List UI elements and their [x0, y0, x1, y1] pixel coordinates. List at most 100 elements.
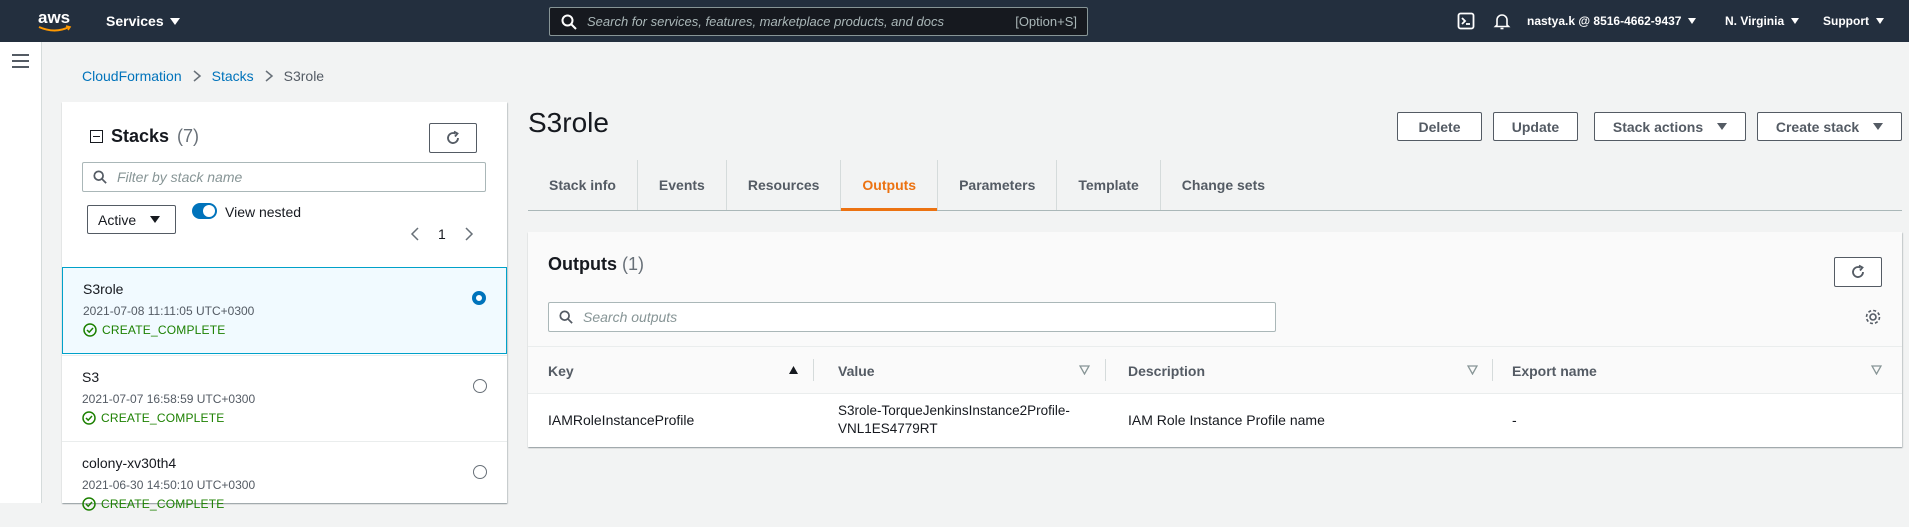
- outputs-table-header: Key Value Description Export name: [528, 347, 1902, 394]
- update-button-label: Update: [1511, 118, 1560, 135]
- output-export-name: -: [1512, 412, 1517, 428]
- caret-down-icon: [1791, 18, 1800, 24]
- sort-ascending-icon[interactable]: [788, 365, 799, 375]
- stacks-list-panel: Stacks (7) Active View nested 1 S3role 2…: [62, 102, 507, 511]
- collapse-panel-icon[interactable]: [90, 130, 103, 143]
- sort-icon[interactable]: [1871, 365, 1882, 375]
- chevron-right-icon[interactable]: [464, 227, 474, 241]
- top-navigation-bar: aws Services [Option+S] nastya.k @ 8516-…: [0, 0, 1909, 42]
- status-filter-select[interactable]: Active: [87, 205, 176, 234]
- success-check-icon: [82, 497, 96, 511]
- tab-parameters[interactable]: Parameters: [938, 160, 1058, 210]
- stack-select-radio[interactable]: [473, 379, 487, 393]
- stack-status: CREATE_COMPLETE: [82, 411, 224, 425]
- global-search[interactable]: [Option+S]: [549, 7, 1088, 36]
- output-value-line: VNL1ES4779RT: [838, 421, 938, 436]
- search-shortcut-hint: [Option+S]: [1015, 14, 1077, 29]
- stack-detail-tabs: Stack info Events Resources Outputs Para…: [528, 160, 1902, 211]
- stacks-title-text: Stacks: [111, 126, 170, 146]
- output-key: IAMRoleInstanceProfile: [548, 412, 695, 428]
- stack-created-date: 2021-07-08 11:11:05 UTC+0300: [83, 304, 255, 318]
- caret-down-icon: [1873, 123, 1884, 130]
- support-menu[interactable]: Support: [1823, 14, 1884, 28]
- search-icon: [559, 310, 573, 324]
- update-button[interactable]: Update: [1493, 112, 1578, 141]
- outputs-container: Outputs (1) Key Value Description: [528, 232, 1902, 447]
- success-check-icon: [83, 323, 97, 337]
- global-search-input[interactable]: [587, 14, 987, 29]
- breadcrumb: CloudFormation Stacks S3role: [82, 68, 324, 84]
- tab-change-sets[interactable]: Change sets: [1161, 160, 1286, 210]
- stack-status: CREATE_COMPLETE: [83, 323, 225, 337]
- tab-template[interactable]: Template: [1057, 160, 1161, 210]
- pagination: 1: [410, 226, 474, 242]
- menu-hamburger-icon[interactable]: [12, 54, 29, 68]
- chevron-right-icon: [265, 70, 273, 82]
- cloudshell-icon[interactable]: [1457, 12, 1475, 30]
- stack-list-item[interactable]: S3 2021-07-07 16:58:59 UTC+0300 CREATE_C…: [62, 355, 507, 441]
- stack-name: S3: [82, 369, 100, 385]
- outputs-search[interactable]: [548, 302, 1276, 332]
- tab-stack-info[interactable]: Stack info: [528, 160, 638, 210]
- sort-icon[interactable]: [1079, 365, 1090, 375]
- column-header-export-name[interactable]: Export name: [1512, 347, 1597, 394]
- side-navigation-rail: [0, 42, 42, 503]
- outputs-count: (1): [622, 254, 645, 274]
- notifications-bell-icon[interactable]: [1493, 12, 1511, 30]
- table-row: IAMRoleInstanceProfile S3role-TorqueJenk…: [528, 394, 1902, 447]
- stack-status-text: CREATE_COMPLETE: [101, 411, 225, 425]
- stack-select-radio[interactable]: [472, 291, 486, 305]
- delete-button-label: Delete: [1418, 118, 1461, 135]
- stack-list-item[interactable]: colony-xv30th4 2021-06-30 14:50:10 UTC+0…: [62, 441, 507, 527]
- outputs-refresh-button[interactable]: [1834, 257, 1882, 287]
- stacks-panel-title: Stacks (7): [90, 126, 199, 147]
- page-title: S3role: [528, 107, 609, 138]
- services-label: Services: [106, 13, 164, 29]
- stack-select-radio[interactable]: [473, 465, 487, 479]
- view-nested-label: View nested: [225, 204, 302, 220]
- chevron-right-icon: [193, 70, 201, 82]
- tab-outputs[interactable]: Outputs: [841, 160, 939, 211]
- delete-button[interactable]: Delete: [1397, 112, 1482, 141]
- stack-actions-button[interactable]: Stack actions: [1594, 112, 1746, 141]
- stack-created-date: 2021-07-07 16:58:59 UTC+0300: [82, 392, 256, 406]
- current-page-number[interactable]: 1: [438, 226, 446, 242]
- output-description: IAM Role Instance Profile name: [1128, 412, 1325, 428]
- status-filter-value: Active: [98, 211, 137, 228]
- column-header-description[interactable]: Description: [1128, 347, 1205, 394]
- create-stack-button[interactable]: Create stack: [1757, 112, 1902, 141]
- stack-created-date: 2021-06-30 14:50:10 UTC+0300: [82, 478, 256, 492]
- stack-name: colony-xv30th4: [82, 455, 177, 471]
- caret-down-icon: [1717, 123, 1728, 130]
- aws-logo[interactable]: aws: [38, 8, 74, 34]
- services-menu[interactable]: Services: [106, 13, 180, 29]
- view-nested-toggle[interactable]: [192, 203, 217, 219]
- output-value: S3role-TorqueJenkinsInstance2Profile- VN…: [838, 402, 1070, 438]
- stacks-refresh-button[interactable]: [429, 123, 477, 153]
- stack-filter-input[interactable]: [117, 169, 437, 185]
- stacks-count: (7): [177, 126, 200, 146]
- stack-actions-label: Stack actions: [1612, 118, 1704, 135]
- outputs-title: Outputs (1): [548, 254, 644, 275]
- column-header-key[interactable]: Key: [548, 347, 574, 394]
- breadcrumb-stacks-link[interactable]: Stacks: [212, 68, 254, 84]
- breadcrumb-current: S3role: [283, 68, 325, 84]
- stack-filter[interactable]: [82, 162, 486, 192]
- tab-resources[interactable]: Resources: [727, 160, 842, 210]
- gear-icon[interactable]: [1864, 308, 1882, 326]
- stack-name: S3role: [83, 281, 124, 297]
- output-value-line: S3role-TorqueJenkinsInstance2Profile-: [838, 403, 1070, 418]
- sort-icon[interactable]: [1467, 365, 1478, 375]
- aws-smile-icon: [38, 25, 72, 32]
- tab-events[interactable]: Events: [638, 160, 727, 210]
- outputs-title-text: Outputs: [548, 254, 617, 274]
- breadcrumb-cloudformation-link[interactable]: CloudFormation: [82, 68, 182, 84]
- chevron-left-icon[interactable]: [410, 227, 420, 241]
- caret-down-icon: [150, 216, 161, 223]
- column-header-value[interactable]: Value: [838, 347, 875, 394]
- outputs-search-input[interactable]: [583, 309, 903, 325]
- region-menu[interactable]: N. Virginia: [1725, 14, 1800, 28]
- stack-list-item[interactable]: S3role 2021-07-08 11:11:05 UTC+0300 CREA…: [62, 267, 507, 354]
- account-menu[interactable]: nastya.k @ 8516-4662-9437: [1527, 14, 1697, 28]
- stack-status-text: CREATE_COMPLETE: [102, 323, 226, 337]
